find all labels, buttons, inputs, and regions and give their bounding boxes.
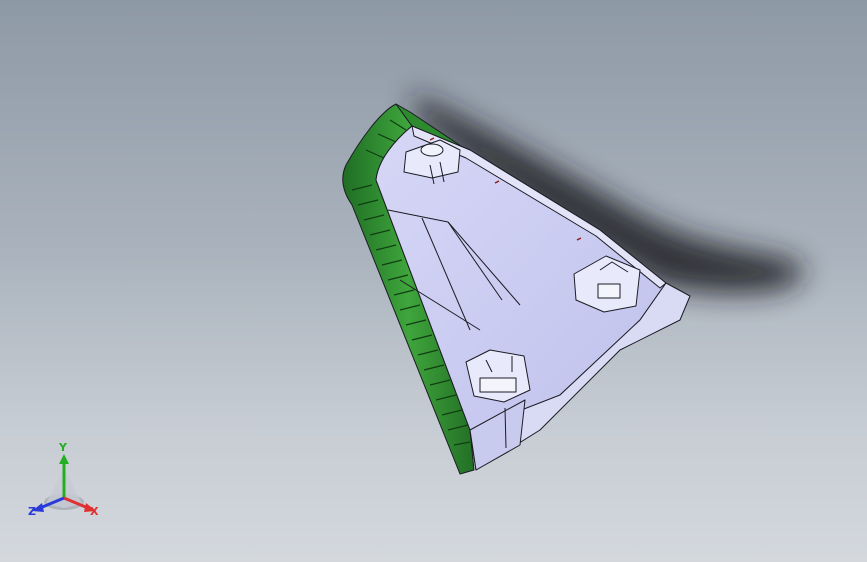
y-axis-label: Y xyxy=(59,441,67,454)
x-axis-label: X xyxy=(90,505,99,518)
model-viewport[interactable] xyxy=(0,0,867,562)
z-axis-label: Z xyxy=(28,505,36,518)
clip-boss-bottom xyxy=(465,349,531,403)
view-orientation-triad[interactable]: Y X Z xyxy=(24,442,108,526)
y-axis-arrow xyxy=(59,454,69,464)
